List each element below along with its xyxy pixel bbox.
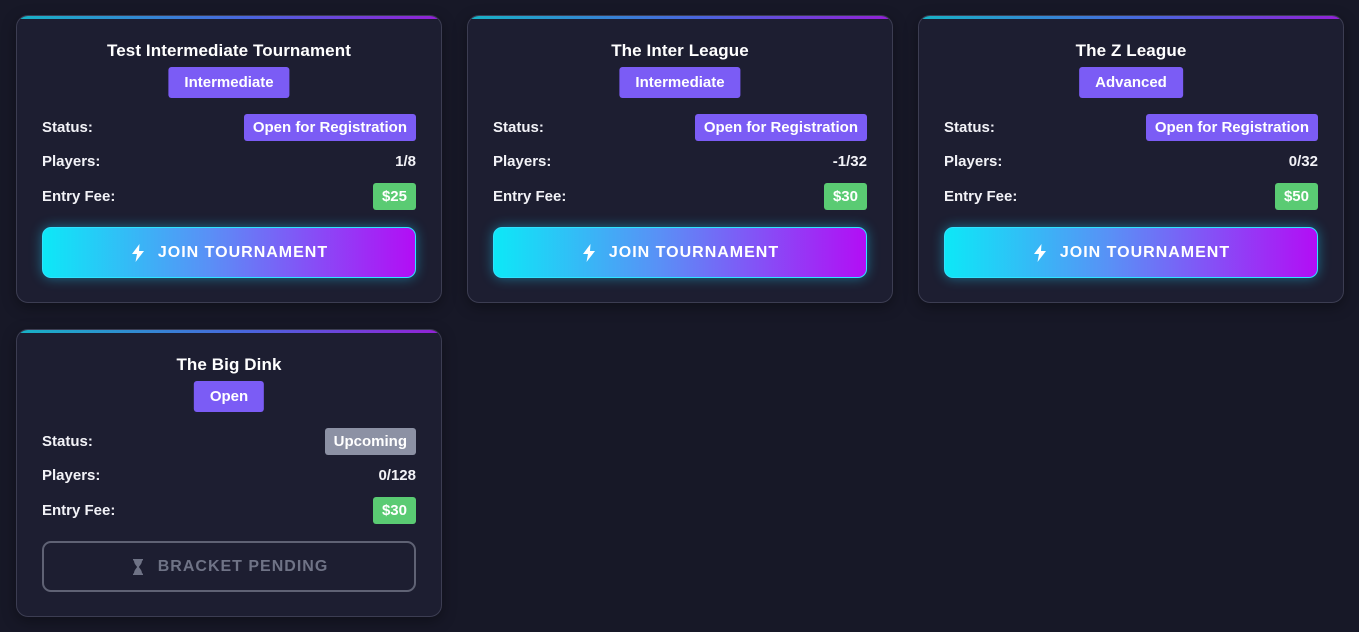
players-label: Players: — [42, 153, 101, 170]
level-badge: Intermediate — [619, 67, 741, 98]
join-tournament-label: JOIN TOURNAMENT — [608, 243, 780, 261]
players-count: -1/32 — [832, 153, 867, 170]
players-label: Players: — [493, 153, 552, 170]
entry-fee-badge: $30 — [372, 497, 416, 524]
tournament-card: Test Intermediate Tournament Intermediat… — [16, 15, 442, 303]
level-badge: Advanced — [1079, 67, 1183, 98]
entry-fee-label: Entry Fee: — [493, 188, 567, 205]
status-badge: Open for Registration — [694, 114, 867, 141]
status-row: Status: Upcoming — [42, 428, 416, 455]
level-badge: Intermediate — [168, 67, 290, 98]
players-count: 0/128 — [378, 467, 416, 484]
join-tournament-label: JOIN TOURNAMENT — [1059, 243, 1231, 261]
tournament-card: The Inter League Intermediate Status: Op… — [467, 15, 893, 303]
entry-fee-row: Entry Fee: $30 — [493, 183, 867, 210]
bracket-pending-button[interactable]: BRACKET PENDING — [42, 541, 416, 592]
entry-fee-row: Entry Fee: $30 — [42, 497, 416, 524]
card-accent-line — [17, 330, 441, 333]
lightning-icon — [131, 243, 144, 262]
entry-fee-row: Entry Fee: $25 — [42, 183, 416, 210]
status-row: Status: Open for Registration — [944, 114, 1318, 141]
status-label: Status: — [944, 119, 995, 136]
join-tournament-button[interactable]: JOIN TOURNAMENT — [42, 227, 416, 278]
players-row: Players: -1/32 — [493, 148, 867, 175]
hourglass-icon — [132, 558, 143, 575]
status-row: Status: Open for Registration — [42, 114, 416, 141]
entry-fee-row: Entry Fee: $50 — [944, 183, 1318, 210]
status-label: Status: — [42, 119, 93, 136]
entry-fee-label: Entry Fee: — [42, 188, 116, 205]
tournament-grid: Test Intermediate Tournament Intermediat… — [16, 15, 1344, 617]
entry-fee-label: Entry Fee: — [944, 188, 1018, 205]
entry-fee-label: Entry Fee: — [42, 502, 116, 519]
tournament-card: The Big Dink Open Status: Upcoming Playe… — [16, 329, 442, 617]
card-accent-line — [17, 16, 441, 19]
join-tournament-label: JOIN TOURNAMENT — [157, 243, 329, 261]
status-badge: Upcoming — [324, 428, 416, 455]
tournament-title: The Big Dink — [176, 355, 282, 374]
tournament-title: The Inter League — [611, 41, 749, 60]
entry-fee-badge: $50 — [1274, 183, 1318, 210]
lightning-icon — [1033, 243, 1046, 262]
players-label: Players: — [42, 467, 101, 484]
status-label: Status: — [493, 119, 544, 136]
players-count: 0/32 — [1288, 153, 1318, 170]
entry-fee-badge: $25 — [372, 183, 416, 210]
tournament-title: The Z League — [1075, 41, 1187, 60]
join-tournament-button[interactable]: JOIN TOURNAMENT — [493, 227, 867, 278]
bracket-pending-label: BRACKET PENDING — [157, 557, 329, 575]
card-accent-line — [468, 16, 892, 19]
level-badge: Open — [193, 381, 265, 412]
join-tournament-button[interactable]: JOIN TOURNAMENT — [944, 227, 1318, 278]
entry-fee-badge: $30 — [823, 183, 867, 210]
tournament-title: Test Intermediate Tournament — [107, 41, 351, 60]
status-badge: Open for Registration — [1145, 114, 1318, 141]
status-badge: Open for Registration — [243, 114, 416, 141]
players-row: Players: 0/128 — [42, 462, 416, 489]
tournament-card: The Z League Advanced Status: Open for R… — [918, 15, 1344, 303]
players-label: Players: — [944, 153, 1003, 170]
status-row: Status: Open for Registration — [493, 114, 867, 141]
players-row: Players: 0/32 — [944, 148, 1318, 175]
card-accent-line — [919, 16, 1343, 19]
status-label: Status: — [42, 433, 93, 450]
players-row: Players: 1/8 — [42, 148, 416, 175]
lightning-icon — [582, 243, 595, 262]
players-count: 1/8 — [395, 153, 416, 170]
